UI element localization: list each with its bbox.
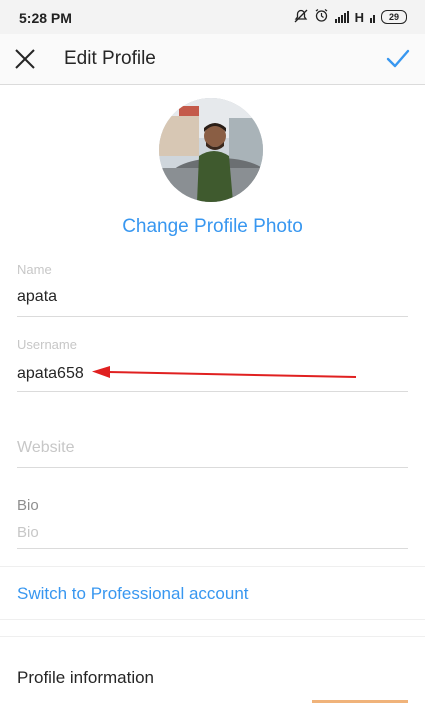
signal-icon (334, 11, 349, 23)
battery-icon: 29 (381, 10, 407, 24)
divider (0, 619, 425, 620)
name-field[interactable]: apata (17, 288, 57, 306)
status-time: 5:28 PM (19, 10, 72, 26)
username-label: Username (17, 337, 77, 352)
status-bar: 5:28 PM H 29 (0, 0, 425, 34)
divider (0, 636, 425, 637)
bio-field[interactable]: Bio (17, 524, 39, 541)
username-underline (17, 391, 408, 392)
name-underline (17, 316, 408, 317)
page-title: Edit Profile (64, 48, 156, 69)
bio-underline (17, 548, 408, 549)
profile-avatar[interactable] (159, 98, 263, 202)
alarm-icon (314, 8, 329, 26)
close-icon[interactable] (14, 48, 36, 70)
name-label: Name (17, 262, 52, 277)
website-underline (17, 467, 408, 468)
website-field[interactable]: Website (17, 439, 75, 457)
mute-icon (294, 9, 308, 26)
change-profile-photo-link[interactable]: Change Profile Photo (0, 216, 425, 238)
battery-level: 29 (388, 12, 399, 22)
divider (0, 566, 425, 567)
switch-to-professional-link[interactable]: Switch to Professional account (17, 584, 249, 604)
checkmark-icon[interactable] (385, 46, 411, 72)
network-type: H (354, 9, 364, 25)
profile-information-heading: Profile information (17, 668, 155, 687)
top-app-bar: Edit Profile (0, 34, 425, 85)
annotation-arrow-icon (92, 366, 357, 378)
status-icons: H 29 (294, 8, 407, 26)
bio-label: Bio (17, 497, 39, 514)
username-field[interactable]: apata658 (17, 365, 84, 383)
signal-secondary-icon (370, 11, 375, 23)
